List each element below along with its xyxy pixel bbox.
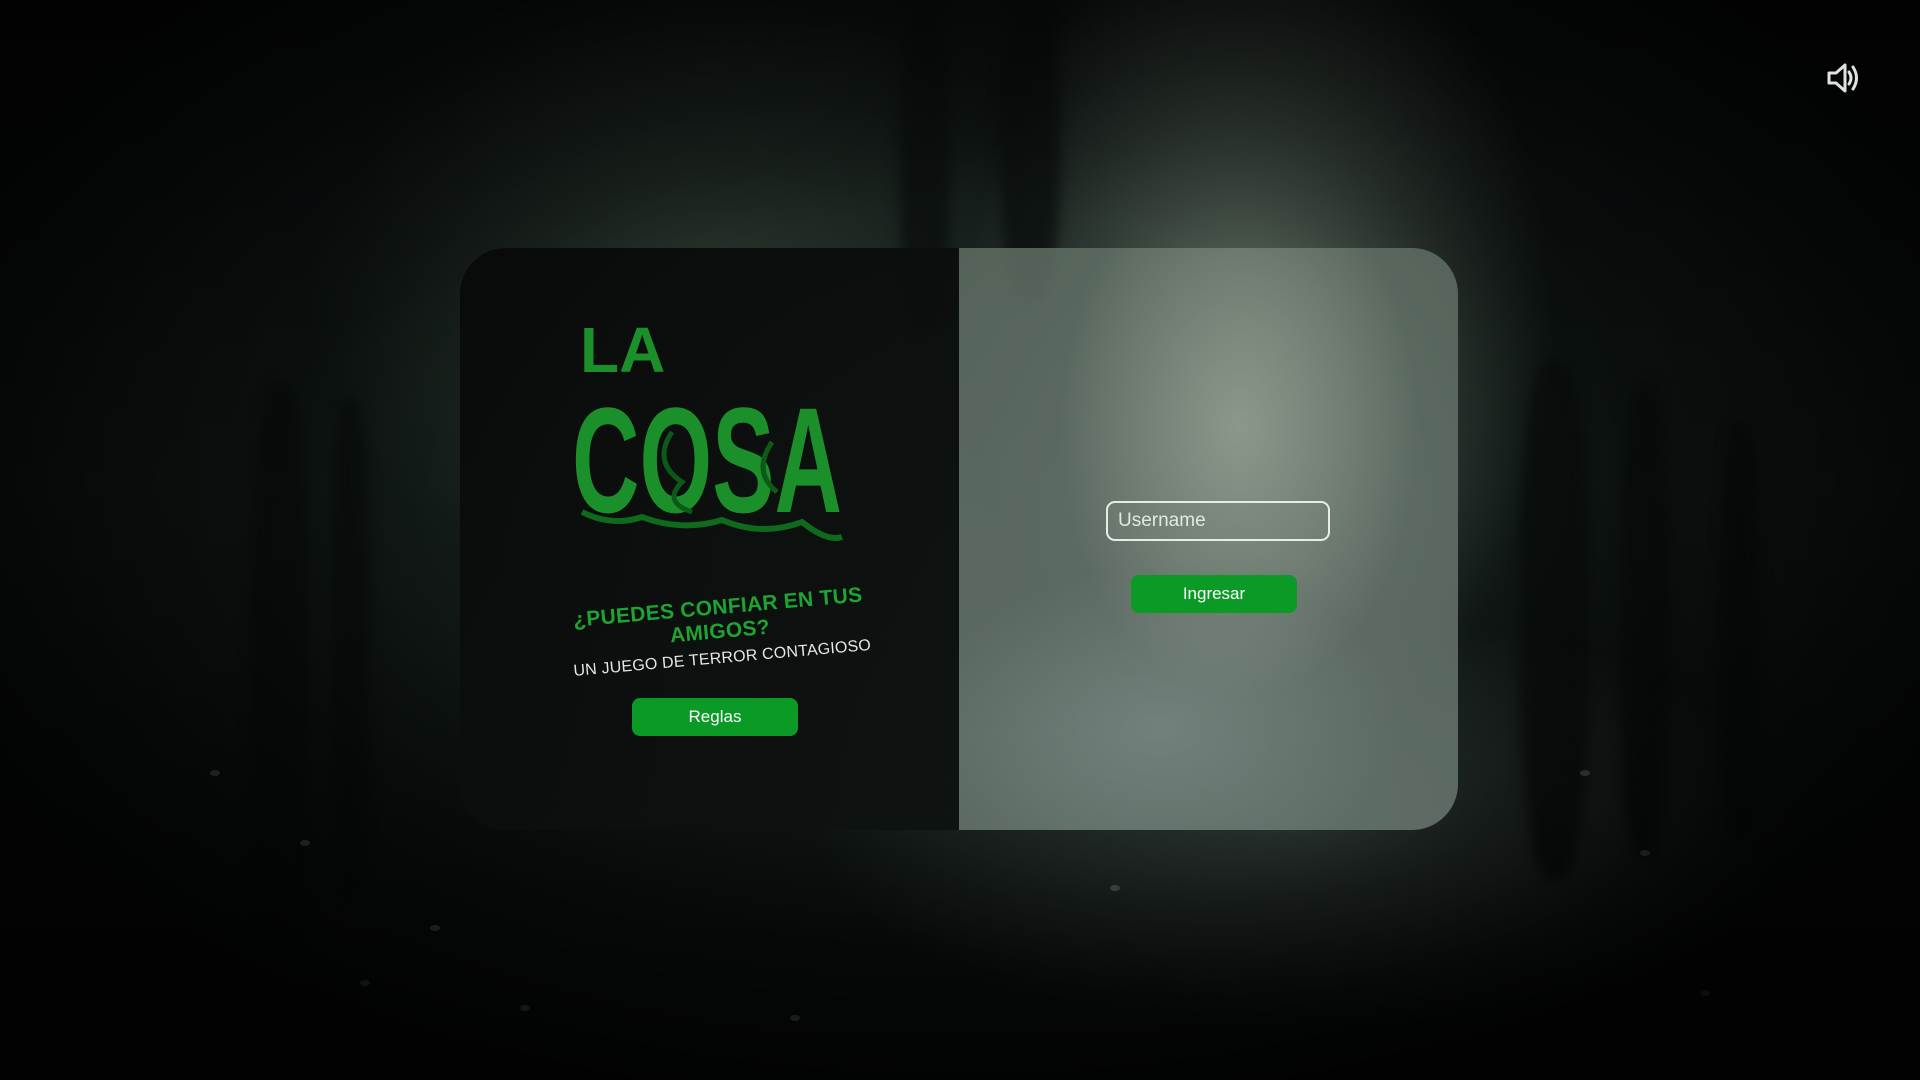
- sound-toggle-button[interactable]: [1826, 60, 1862, 96]
- login-button[interactable]: Ingresar: [1131, 575, 1297, 613]
- rules-button[interactable]: Reglas: [632, 698, 798, 736]
- login-card: LA COSA ¿PUEDES CONFIAR EN TUS AMIGOS? U…: [460, 248, 1458, 830]
- username-input[interactable]: [1106, 501, 1330, 541]
- speaker-volume-icon: [1827, 63, 1858, 93]
- tagline: ¿PUEDES CONFIAR EN TUS AMIGOS? UN JUEGO …: [548, 581, 893, 682]
- branding-panel: LA COSA ¿PUEDES CONFIAR EN TUS AMIGOS? U…: [460, 248, 959, 830]
- la-cosa-logo: LA COSA: [572, 314, 843, 544]
- login-panel: Ingresar: [959, 248, 1458, 830]
